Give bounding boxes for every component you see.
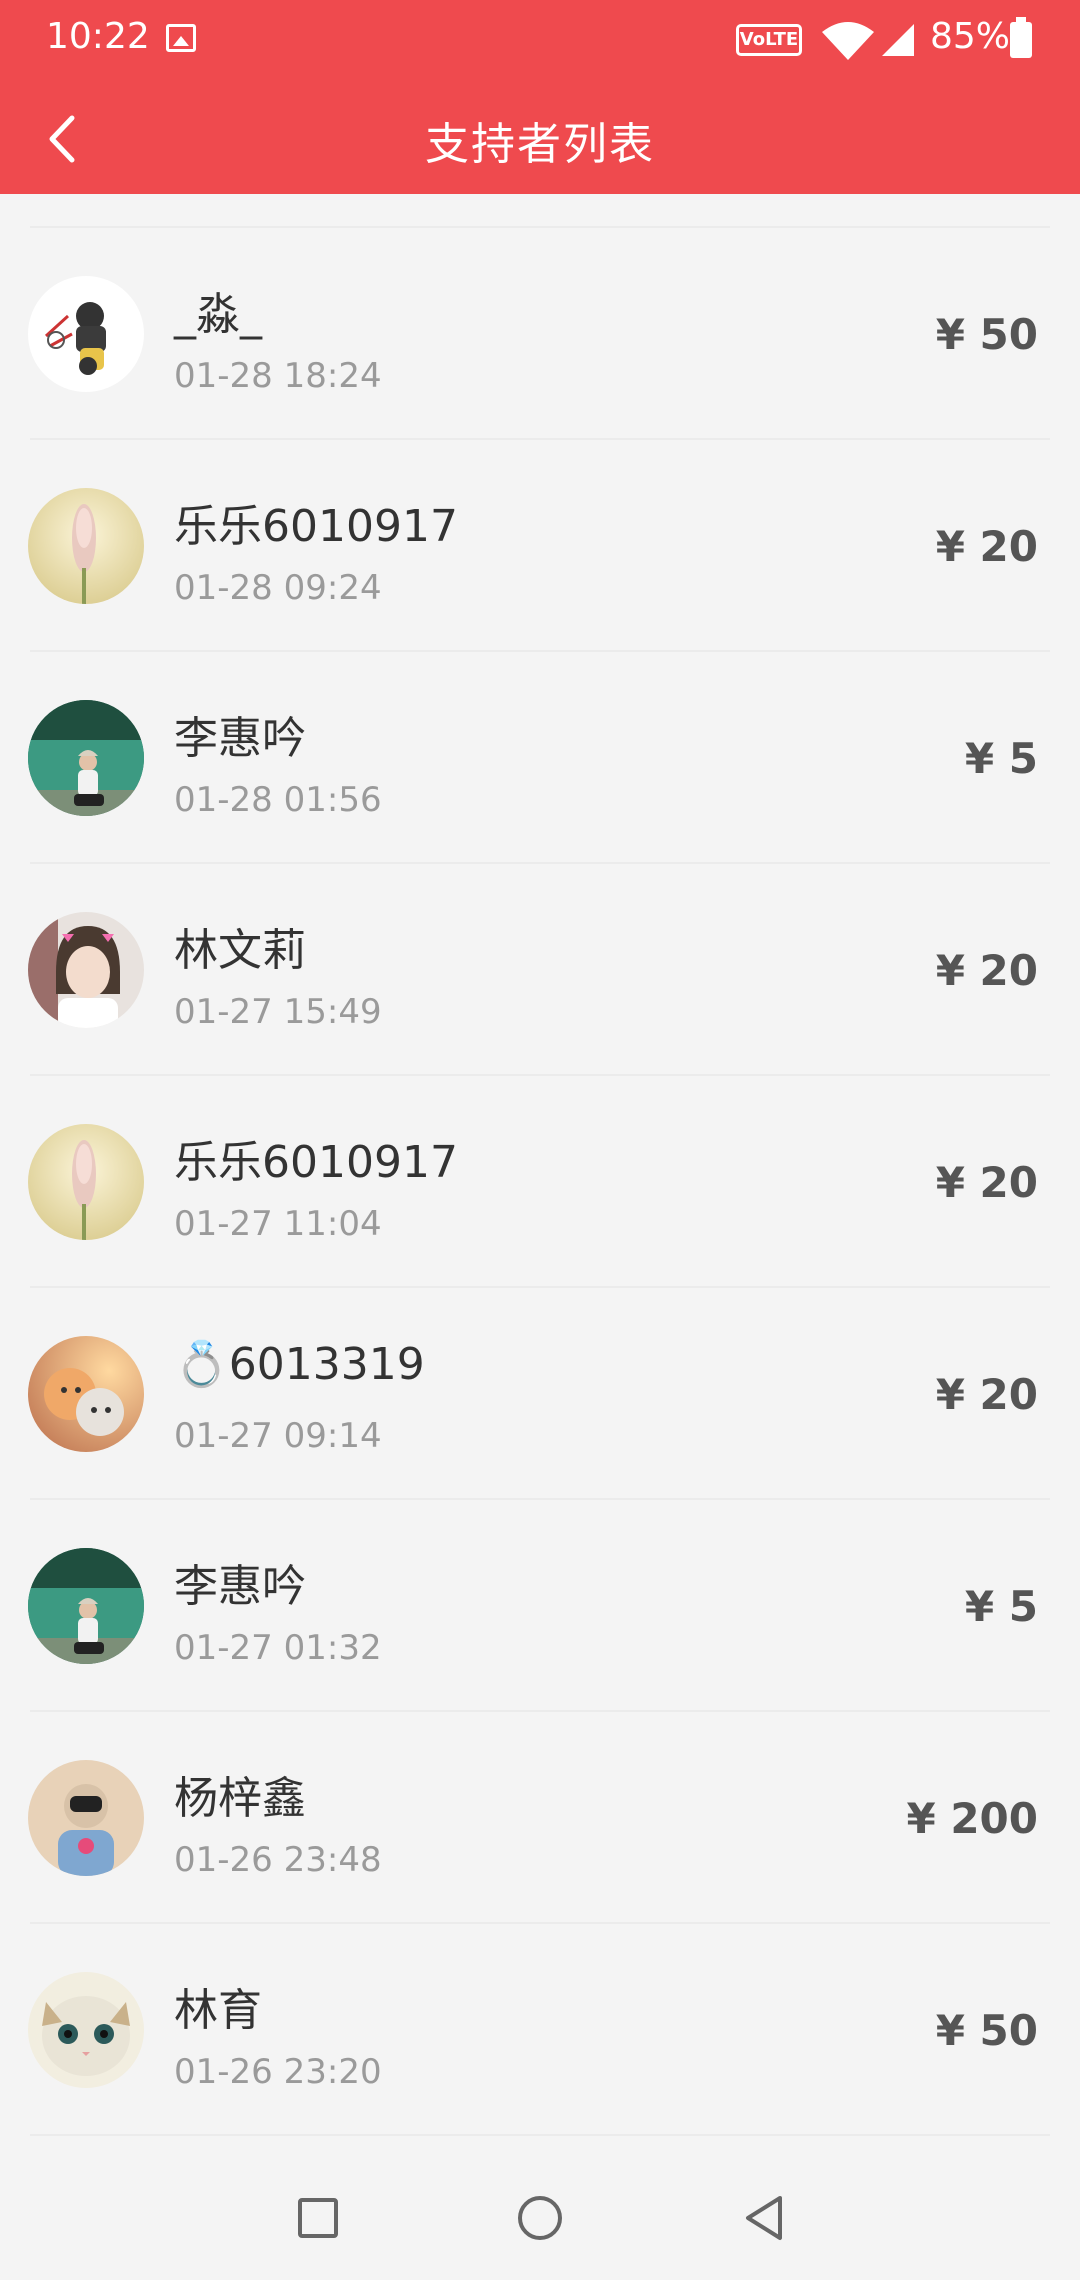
support-amount: ¥ 50 bbox=[935, 310, 1038, 359]
supporter-row[interactable]: 林文莉 01-27 15:49 ¥ 20 bbox=[0, 864, 1080, 1076]
support-time: 01-28 09:24 bbox=[174, 568, 382, 608]
flower-avatar bbox=[28, 1124, 144, 1240]
support-time: 01-27 15:49 bbox=[174, 992, 382, 1032]
supporter-row[interactable]: 💍6013319 01-27 09:14 ¥ 20 bbox=[0, 1288, 1080, 1500]
status-time: 10:22 bbox=[46, 16, 150, 57]
supporter-row[interactable]: _淼_ 01-28 18:24 ¥ 50 bbox=[0, 228, 1080, 440]
supporter-name: 💍6013319 bbox=[174, 1339, 425, 1390]
cartoon-avatar bbox=[28, 276, 144, 392]
supporter-name: 李惠吟 bbox=[174, 1561, 306, 1612]
support-amount: ¥ 5 bbox=[964, 734, 1038, 783]
support-time: 01-27 09:14 bbox=[174, 1416, 382, 1456]
support-amount: ¥ 20 bbox=[935, 1158, 1038, 1207]
signal-icon bbox=[882, 24, 914, 56]
portrait-avatar bbox=[28, 912, 144, 1028]
system-nav-bar bbox=[0, 2152, 1080, 2280]
divider bbox=[30, 2134, 1050, 2136]
supporter-name: 林育 bbox=[174, 1985, 262, 2036]
lake-photo-avatar bbox=[28, 700, 144, 816]
supporter-name: 林文莉 bbox=[174, 925, 306, 976]
child-photo-avatar bbox=[28, 1760, 144, 1876]
support-time: 01-27 11:04 bbox=[174, 1204, 382, 1244]
support-time: 01-27 01:32 bbox=[174, 1628, 382, 1668]
app-header: 支持者列表 bbox=[0, 80, 1080, 194]
kittens-avatar bbox=[28, 1336, 144, 1452]
triangle-back-icon[interactable] bbox=[742, 2194, 786, 2242]
battery-percent: 85% bbox=[930, 16, 1011, 57]
circle-icon[interactable] bbox=[518, 2196, 562, 2240]
square-icon[interactable] bbox=[298, 2198, 338, 2238]
supporter-row[interactable]: 林育 01-26 23:20 ¥ 50 bbox=[0, 1924, 1080, 2136]
supporter-row[interactable]: 乐乐6010917 01-27 11:04 ¥ 20 bbox=[0, 1076, 1080, 1288]
support-amount: ¥ 5 bbox=[964, 1582, 1038, 1631]
support-time: 01-28 01:56 bbox=[174, 780, 382, 820]
support-amount: ¥ 50 bbox=[935, 2006, 1038, 2055]
support-amount: ¥ 200 bbox=[906, 1794, 1038, 1843]
support-amount: ¥ 20 bbox=[935, 946, 1038, 995]
support-time: 01-26 23:48 bbox=[174, 1840, 382, 1880]
supporter-name: 乐乐6010917 bbox=[174, 501, 458, 552]
battery-icon bbox=[1010, 17, 1032, 58]
wifi-icon bbox=[822, 22, 874, 60]
flower-avatar bbox=[28, 488, 144, 604]
lake-photo-avatar bbox=[28, 1548, 144, 1664]
supporter-row[interactable]: 杨梓鑫 01-26 23:48 ¥ 200 bbox=[0, 1712, 1080, 1924]
support-time: 01-28 18:24 bbox=[174, 356, 382, 396]
image-notification-icon bbox=[166, 24, 196, 52]
cat-avatar bbox=[28, 1972, 144, 2088]
status-bar: 10:22 VoLTE 85% bbox=[0, 0, 1080, 80]
support-time: 01-26 23:20 bbox=[174, 2052, 382, 2092]
supporter-row[interactable]: 乐乐6010917 01-28 09:24 ¥ 20 bbox=[0, 440, 1080, 652]
support-amount: ¥ 20 bbox=[935, 522, 1038, 571]
page-title: 支持者列表 bbox=[425, 119, 655, 170]
supporter-name: 李惠吟 bbox=[174, 713, 306, 764]
support-amount: ¥ 20 bbox=[935, 1370, 1038, 1419]
supporter-name: _淼_ bbox=[174, 289, 262, 340]
supporter-name: 杨梓鑫 bbox=[174, 1773, 306, 1824]
supporter-row[interactable]: 李惠吟 01-27 01:32 ¥ 5 bbox=[0, 1500, 1080, 1712]
supporter-row[interactable]: 李惠吟 01-28 01:56 ¥ 5 bbox=[0, 652, 1080, 864]
supporter-name: 乐乐6010917 bbox=[174, 1137, 458, 1188]
volte-badge: VoLTE bbox=[736, 24, 802, 56]
